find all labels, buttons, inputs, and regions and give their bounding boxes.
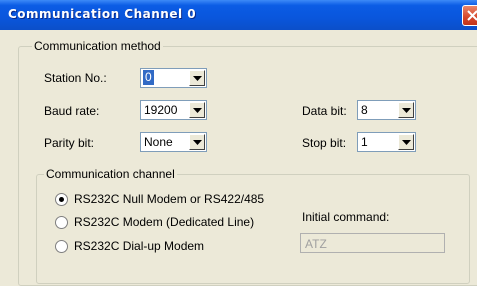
radio-button[interactable] (55, 193, 68, 206)
close-button[interactable] (462, 5, 477, 26)
station-no-value: 0 (143, 70, 154, 85)
radio-selected-dot (59, 197, 64, 202)
chevron-down-icon (193, 108, 202, 113)
data-bit-dropdown-button[interactable] (398, 102, 414, 118)
data-bit-select[interactable]: 8 (357, 100, 416, 120)
chevron-down-icon (402, 140, 411, 145)
close-x-icon (467, 10, 477, 21)
window-title: Communication Channel 0 (8, 7, 197, 21)
stop-bit-dropdown-button[interactable] (398, 134, 414, 150)
title-bar[interactable]: Communication Channel 0 (0, 0, 477, 30)
initial-command-value: ATZ (305, 237, 327, 251)
data-bit-label: Data bit: (302, 104, 347, 118)
communication-method-legend: Communication method (32, 39, 163, 53)
parity-bit-dropdown-button[interactable] (189, 134, 205, 150)
stop-bit-value: 1 (361, 135, 368, 149)
communication-channel-group (36, 174, 470, 284)
chevron-down-icon (193, 140, 202, 145)
radio-button[interactable] (55, 216, 68, 229)
initial-command-input[interactable]: ATZ (300, 233, 445, 253)
station-no-select[interactable]: 0 (140, 68, 207, 88)
radio-label: RS232C Dial-up Modem (74, 239, 205, 253)
data-bit-value: 8 (361, 103, 368, 117)
baud-rate-label: Baud rate: (44, 104, 100, 118)
radio-label: RS232C Null Modem or RS422/485 (74, 192, 265, 206)
station-no-label: Station No.: (44, 71, 107, 85)
chevron-down-icon (193, 76, 202, 81)
stop-bit-select[interactable]: 1 (357, 132, 416, 152)
parity-bit-value: None (144, 135, 173, 149)
baud-rate-dropdown-button[interactable] (189, 102, 205, 118)
station-no-dropdown-button[interactable] (189, 70, 205, 86)
initial-command-label: Initial command: (302, 210, 390, 224)
parity-bit-select[interactable]: None (140, 132, 207, 152)
baud-rate-value: 19200 (144, 103, 178, 117)
radio-button[interactable] (55, 240, 68, 253)
baud-rate-select[interactable]: 19200 (140, 100, 207, 120)
stop-bit-label: Stop bit: (302, 136, 347, 150)
parity-bit-label: Parity bit: (44, 136, 95, 150)
radio-label: RS232C Modem (Dedicated Line) (74, 215, 255, 229)
chevron-down-icon (402, 108, 411, 113)
dialog-body: Communication method Station No.: 0 Baud… (0, 30, 477, 286)
communication-channel-legend: Communication channel (44, 167, 177, 181)
